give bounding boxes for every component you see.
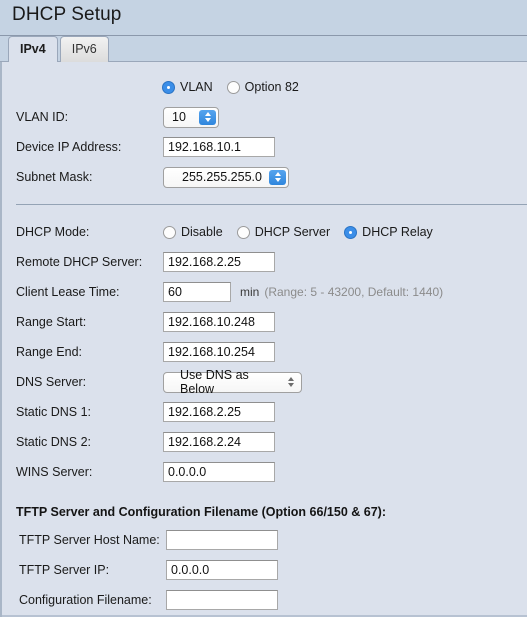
static-dns-2-field bbox=[163, 432, 275, 452]
tftp-host-name-row: TFTP Server Host Name: bbox=[2, 525, 527, 555]
radio-dhcp-relay-indicator[interactable] bbox=[344, 225, 358, 239]
radio-dhcp-relay-label: DHCP Relay bbox=[362, 225, 433, 239]
tab-strip: IPv4 IPv6 bbox=[0, 36, 527, 63]
dns-server-row: DNS Server: Use DNS as Below bbox=[2, 367, 527, 397]
tab-ipv4[interactable]: IPv4 bbox=[8, 36, 58, 63]
tftp-server-ip-row: TFTP Server IP: bbox=[2, 555, 527, 585]
tftp-host-name-input[interactable] bbox=[166, 530, 278, 550]
radio-vlan-indicator[interactable] bbox=[162, 80, 175, 94]
dhcp-mode-label: DHCP Mode: bbox=[16, 225, 90, 239]
radio-dhcp-server[interactable]: DHCP Server bbox=[236, 225, 331, 239]
static-dns-1-field bbox=[163, 402, 275, 422]
range-end-input[interactable] bbox=[163, 342, 275, 362]
range-end-label: Range End: bbox=[16, 345, 83, 359]
tftp-server-ip-input[interactable] bbox=[166, 560, 278, 580]
client-lease-time-field: min (Range: 5 - 43200, Default: 1440) bbox=[163, 282, 443, 302]
dhcp-mode-row: DHCP Mode: Disable DHCP Server DHCP Rela… bbox=[2, 217, 527, 247]
mode-selector-row: VLAN Option 82 bbox=[2, 72, 527, 102]
configuration-filename-field bbox=[166, 590, 278, 610]
subnet-mask-field: 255.255.255.0 bbox=[163, 166, 289, 188]
chevron-updown-icon[interactable] bbox=[282, 375, 299, 390]
static-dns-2-label: Static DNS 2: bbox=[16, 435, 92, 449]
client-lease-time-label: Client Lease Time: bbox=[16, 285, 120, 299]
dns-server-select[interactable]: Use DNS as Below bbox=[163, 368, 302, 396]
radio-disable[interactable]: Disable bbox=[163, 225, 223, 239]
device-ip-label: Device IP Address: bbox=[16, 140, 122, 154]
page-title: DHCP Setup bbox=[12, 4, 122, 25]
radio-option82-indicator[interactable] bbox=[226, 80, 240, 94]
vlan-id-field: 10 bbox=[163, 106, 219, 128]
remote-dhcp-server-row: Remote DHCP Server: bbox=[2, 247, 527, 277]
radio-vlan[interactable]: VLAN bbox=[162, 80, 213, 94]
vlan-id-row: VLAN ID: 10 bbox=[2, 102, 527, 132]
radio-disable-indicator[interactable] bbox=[163, 225, 176, 239]
radio-disable-label: Disable bbox=[181, 225, 223, 239]
static-dns-2-input[interactable] bbox=[163, 432, 275, 452]
range-start-label: Range Start: bbox=[16, 315, 87, 329]
range-end-row: Range End: bbox=[2, 337, 527, 367]
static-dns-1-label: Static DNS 1: bbox=[16, 405, 92, 419]
radio-option82[interactable]: Option 82 bbox=[226, 80, 299, 94]
vlan-id-value: 10 bbox=[172, 110, 186, 124]
vlan-id-select[interactable]: 10 bbox=[163, 106, 219, 128]
remote-dhcp-server-input[interactable] bbox=[163, 252, 275, 272]
dns-server-value: Use DNS as Below bbox=[180, 368, 249, 396]
subnet-mask-row: Subnet Mask: 255.255.255.0 bbox=[2, 162, 527, 192]
tftp-server-ip-field bbox=[166, 560, 278, 580]
vlan-id-label: VLAN ID: bbox=[16, 110, 69, 124]
lease-time-range: (Range: 5 - 43200, Default: 1440) bbox=[264, 285, 444, 299]
range-start-row: Range Start: bbox=[2, 307, 527, 337]
dns-server-label: DNS Server: bbox=[16, 375, 87, 389]
static-dns-2-row: Static DNS 2: bbox=[2, 427, 527, 457]
radio-dhcp-server-label: DHCP Server bbox=[254, 225, 331, 239]
dhcp-mode-group: Disable DHCP Server DHCP Relay bbox=[163, 225, 447, 239]
static-dns-1-input[interactable] bbox=[163, 402, 275, 422]
subnet-mask-label: Subnet Mask: bbox=[16, 170, 93, 184]
remote-dhcp-server-label: Remote DHCP Server: bbox=[16, 255, 143, 269]
remote-dhcp-server-field bbox=[163, 252, 275, 272]
range-start-field bbox=[163, 312, 275, 332]
chevron-updown-icon[interactable] bbox=[199, 109, 216, 125]
subnet-mask-value: 255.255.255.0 bbox=[182, 170, 262, 184]
tab-ipv6[interactable]: IPv6 bbox=[59, 36, 109, 62]
tftp-host-name-label: TFTP Server Host Name: bbox=[19, 533, 160, 547]
client-lease-time-hint: min (Range: 5 - 43200, Default: 1440) bbox=[240, 285, 443, 299]
tftp-section-title: TFTP Server and Configuration Filename (… bbox=[16, 505, 386, 519]
client-lease-time-input[interactable] bbox=[163, 282, 231, 302]
wins-server-row: WINS Server: bbox=[2, 457, 527, 487]
configuration-filename-input[interactable] bbox=[166, 590, 278, 610]
wins-server-label: WINS Server: bbox=[16, 465, 93, 479]
chevron-updown-icon[interactable] bbox=[269, 169, 286, 185]
range-start-input[interactable] bbox=[163, 312, 275, 332]
mode-selector-group: VLAN Option 82 bbox=[162, 80, 313, 94]
device-ip-row: Device IP Address: bbox=[2, 132, 527, 162]
device-ip-input[interactable] bbox=[163, 137, 275, 157]
wins-server-input[interactable] bbox=[163, 462, 275, 482]
static-dns-1-row: Static DNS 1: bbox=[2, 397, 527, 427]
section-divider bbox=[16, 204, 527, 205]
tftp-host-name-field bbox=[166, 530, 278, 550]
tftp-server-ip-label: TFTP Server IP: bbox=[19, 563, 110, 577]
configuration-filename-label: Configuration Filename: bbox=[19, 593, 152, 607]
lease-time-unit: min bbox=[240, 285, 260, 299]
radio-dhcp-relay[interactable]: DHCP Relay bbox=[344, 225, 433, 239]
radio-vlan-label: VLAN bbox=[180, 80, 213, 94]
radio-dhcp-server-indicator[interactable] bbox=[236, 225, 250, 239]
range-end-field bbox=[163, 342, 275, 362]
radio-option82-label: Option 82 bbox=[244, 80, 299, 94]
client-lease-time-row: Client Lease Time: min (Range: 5 - 43200,… bbox=[2, 277, 527, 307]
dhcp-setup-panel: VLAN Option 82 VLAN ID: 10 Device IP Add… bbox=[0, 62, 527, 617]
dns-server-field: Use DNS as Below bbox=[163, 368, 302, 396]
wins-server-field bbox=[163, 462, 275, 482]
page-header: DHCP Setup bbox=[0, 0, 527, 36]
device-ip-field bbox=[163, 137, 275, 157]
configuration-filename-row: Configuration Filename: bbox=[2, 585, 527, 615]
subnet-mask-select[interactable]: 255.255.255.0 bbox=[163, 166, 289, 188]
